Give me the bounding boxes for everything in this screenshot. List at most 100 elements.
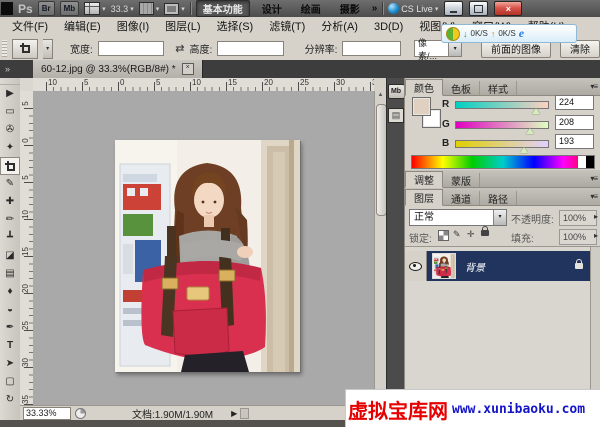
close-button[interactable]: × — [494, 1, 522, 16]
tool-marquee[interactable]: ▭ — [0, 103, 20, 121]
tool-eyedropper[interactable]: ✎ — [0, 175, 20, 193]
canvas-pasteboard[interactable] — [33, 91, 374, 405]
tab-paths[interactable]: 路径 — [480, 191, 517, 205]
panel-grip-icon[interactable]: » — [0, 60, 33, 78]
tool-brush[interactable]: ✏ — [0, 211, 20, 229]
tab-layers[interactable]: 图层 — [405, 189, 443, 206]
workspace-photography[interactable]: 摄影 — [333, 0, 367, 17]
cs-live-dropdown[interactable]: CS Live ▾ — [388, 3, 438, 14]
channel-g-slider-marker[interactable] — [526, 128, 534, 134]
white-swatch[interactable] — [578, 156, 586, 168]
foreground-color-swatch[interactable] — [412, 97, 431, 116]
channel-g-value[interactable]: 208 — [555, 115, 594, 130]
tab-swatches[interactable]: 色板 — [443, 81, 480, 95]
tool-dodge[interactable]: ◒ — [0, 301, 20, 319]
zoom-percent-input[interactable]: 33.33% — [23, 407, 71, 420]
channel-b-value[interactable]: 193 — [555, 134, 594, 149]
lock-all-icon[interactable] — [481, 229, 489, 238]
toolbox-grip[interactable] — [0, 78, 20, 85]
menu-file[interactable]: 文件(F) — [4, 18, 56, 37]
channel-r-slider-marker[interactable] — [532, 108, 540, 114]
tool-quick-selection[interactable]: ✦ — [0, 139, 20, 157]
tool-lasso[interactable]: ✇ — [0, 121, 20, 139]
panel-menu-icon[interactable]: ▾≡ — [590, 174, 597, 183]
opacity-value[interactable]: 100% — [559, 210, 597, 226]
history-panel-icon[interactable]: ▤ — [388, 108, 404, 123]
tool-move[interactable]: ▶ — [0, 85, 20, 103]
menu-select[interactable]: 选择(S) — [209, 18, 262, 37]
lock-transparency-icon[interactable] — [438, 230, 449, 241]
scroll-up-icon[interactable]: ▲ — [375, 92, 386, 98]
vertical-ruler[interactable]: 5 0 5 10 15 20 25 30 35 — [20, 91, 34, 405]
workspace-design[interactable]: 设计 — [255, 0, 289, 17]
internet-explorer-icon[interactable]: e — [519, 26, 524, 41]
workspace-overflow-button[interactable]: » — [372, 3, 378, 14]
screen-mode-dropdown[interactable]: ▾ — [164, 3, 185, 15]
opacity-spinner-arrow[interactable]: ▸ — [594, 212, 598, 221]
fill-spinner-arrow[interactable]: ▸ — [594, 231, 598, 240]
menu-filter[interactable]: 滤镜(T) — [261, 18, 313, 37]
horizontal-ruler[interactable]: 10 5 0 5 10 15 20 25 30 35 — [33, 78, 374, 92]
height-input[interactable] — [217, 41, 283, 56]
network-speed-widget[interactable]: ↓ 0K/S ↑ 0K/S e — [441, 24, 577, 43]
tab-adjustments[interactable]: 调整 — [405, 171, 443, 188]
workspace-essentials[interactable]: 基本功能 — [196, 0, 250, 17]
status-menu-box[interactable] — [240, 408, 249, 419]
color-spectrum-ramp[interactable] — [411, 155, 595, 169]
channel-b-slider-marker[interactable] — [520, 147, 528, 153]
black-swatch[interactable] — [586, 156, 594, 168]
tool-shape[interactable]: ▢ — [0, 373, 20, 391]
tab-styles[interactable]: 样式 — [480, 81, 517, 95]
tool-pen[interactable]: ✒ — [0, 319, 20, 337]
menu-layer[interactable]: 图层(L) — [157, 18, 208, 37]
tab-color[interactable]: 颜色 — [405, 79, 443, 96]
layer-row-background[interactable]: 背景 — [405, 251, 591, 281]
tab-channels[interactable]: 通道 — [443, 191, 480, 205]
view-extras-dropdown[interactable]: ▾ — [84, 2, 106, 15]
panel-menu-icon[interactable]: ▾≡ — [590, 82, 597, 91]
menu-edit[interactable]: 编辑(E) — [56, 18, 109, 37]
tab-close-icon[interactable]: × — [182, 63, 194, 75]
width-input[interactable] — [98, 41, 164, 56]
tab-masks[interactable]: 蒙版 — [443, 173, 480, 187]
arrange-documents-dropdown[interactable]: ▾ — [139, 2, 160, 15]
channel-b-slider[interactable] — [455, 140, 549, 148]
status-menu-arrow[interactable]: ▶ — [231, 409, 237, 418]
menu-analysis[interactable]: 分析(A) — [313, 18, 366, 37]
tool-blur[interactable]: ♦ — [0, 283, 20, 301]
options-bar-grip[interactable] — [2, 40, 7, 57]
blend-mode-dropdown[interactable]: 正常 ▾ — [409, 209, 507, 226]
mini-bridge-panel-button[interactable]: Mb — [388, 84, 405, 99]
workspace-painting[interactable]: 绘画 — [294, 0, 328, 17]
swap-dimensions-icon[interactable]: ⇄ — [175, 42, 184, 55]
minimize-button[interactable] — [444, 1, 463, 16]
launch-bridge-button[interactable]: Br — [38, 1, 55, 16]
launch-mini-bridge-button[interactable]: Mb — [60, 1, 80, 16]
channel-g-slider[interactable] — [455, 121, 549, 129]
tool-gradient[interactable]: ▤ — [0, 265, 20, 283]
zoom-level-dropdown[interactable]: 33.3 ▾ — [111, 4, 134, 14]
layer-visibility-cell[interactable] — [405, 251, 427, 281]
tool-preset-caret[interactable]: ▾ — [43, 39, 53, 59]
resolution-input[interactable] — [342, 41, 401, 56]
document-tab[interactable]: 60-12.jpg @ 33.3%(RGB/8#) * × — [33, 60, 203, 78]
fill-value[interactable]: 100% — [559, 229, 597, 245]
tool-path-selection[interactable]: ➤ — [0, 355, 20, 373]
ruler-label: 0 — [21, 135, 30, 146]
tool-hand[interactable]: ↻ — [0, 391, 20, 409]
channel-r-value[interactable]: 224 — [555, 95, 594, 110]
crop-tool-preset-button[interactable] — [12, 39, 38, 59]
restore-button[interactable] — [469, 1, 488, 16]
menu-image[interactable]: 图像(I) — [109, 18, 157, 37]
lock-position-icon[interactable]: ✛ — [467, 230, 475, 239]
menu-3d[interactable]: 3D(D) — [366, 18, 411, 37]
tool-eraser[interactable]: ◪ — [0, 247, 20, 265]
tool-clone-stamp[interactable]: ┻ — [0, 229, 20, 247]
tool-spot-healing[interactable]: ✚ — [0, 193, 20, 211]
layer-thumbnail[interactable] — [432, 253, 456, 279]
panel-menu-icon[interactable]: ▾≡ — [590, 192, 597, 201]
tool-type[interactable]: T — [0, 337, 20, 355]
canvas-image[interactable] — [115, 140, 300, 372]
tool-crop[interactable] — [0, 157, 20, 175]
lock-image-icon[interactable]: ✎ — [453, 230, 461, 239]
